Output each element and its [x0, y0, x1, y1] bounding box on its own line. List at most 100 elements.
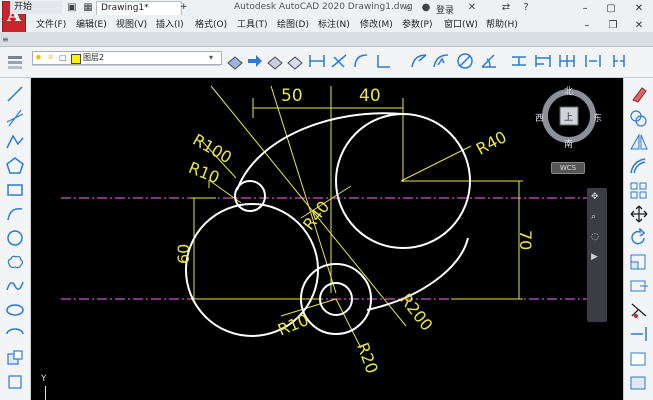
menu-format[interactable]: 格式(O) — [195, 18, 227, 32]
leader-lines — [191, 85, 523, 349]
tab-drawing1[interactable]: Drawing1* — [96, 1, 182, 15]
menu-help[interactable]: 帮助(H) — [486, 18, 518, 32]
insert-block-icon[interactable] — [5, 348, 25, 368]
zoom-icon[interactable]: ⌕ — [591, 212, 603, 224]
showmotion-icon[interactable]: ▶ — [591, 252, 603, 264]
layer-properties-icon[interactable] — [226, 51, 244, 71]
menu-parameters[interactable]: 参数(P) — [402, 18, 432, 32]
viewcube-north[interactable]: 北 — [564, 84, 573, 97]
viewcube[interactable]: 北 南 西 东 上 — [535, 84, 602, 150]
dim-50: 50 — [281, 86, 303, 106]
dim-linear-icon[interactable] — [308, 51, 326, 71]
drawing-canvas[interactable]: 50 40 R100 R10 R40 R40 60 70 R10 R200 R2… — [31, 78, 623, 400]
dim-diameter-icon[interactable] — [456, 51, 474, 71]
viewcube-south[interactable]: 南 — [564, 137, 573, 150]
toolbar-divider — [32, 65, 220, 74]
dim-angular-icon[interactable] — [480, 51, 498, 71]
polyline-icon[interactable] — [5, 132, 25, 152]
menu-window[interactable]: 窗口(W) — [444, 18, 478, 32]
pan-icon[interactable]: ✥ — [591, 192, 603, 204]
make-block-icon[interactable] — [5, 372, 25, 392]
extend-icon[interactable] — [628, 324, 650, 344]
save-as-icon[interactable]: ▦ — [82, 2, 94, 14]
dim-space-icon[interactable] — [584, 51, 602, 71]
navigation-bar: ✥ ⌕ ◌ ▶ — [587, 188, 607, 322]
user-icon[interactable]: ● — [420, 2, 432, 14]
window-title: Autodesk AutoCAD 2020 Drawing1.dwg — [234, 2, 413, 12]
doc-close-button[interactable]: ✕ — [632, 19, 646, 32]
chevron-down-icon: ▾ — [209, 53, 214, 62]
sun-icon: ☼ — [47, 53, 55, 62]
menu-view[interactable]: 视图(V) — [116, 18, 147, 32]
array-icon[interactable] — [628, 180, 650, 200]
help-icon[interactable]: ? — [520, 2, 532, 14]
quick-dim-icon[interactable] — [510, 51, 528, 71]
lock-icon: ▢ — [59, 53, 67, 62]
viewcube-east[interactable]: 东 — [593, 111, 602, 124]
dim-baseline-icon[interactable] — [534, 51, 552, 71]
maximize-button[interactable]: ▢ — [604, 2, 618, 15]
arc-icon[interactable] — [5, 204, 25, 224]
save-icon[interactable]: ▣ — [66, 2, 78, 14]
dim-jogged-icon[interactable] — [432, 51, 450, 71]
circle-icon[interactable] — [5, 228, 25, 248]
rotate-icon[interactable] — [628, 227, 650, 248]
dim-40: 40 — [359, 86, 381, 106]
menu-modify[interactable]: 修改(M) — [360, 18, 393, 32]
join-icon[interactable] — [628, 372, 650, 392]
layer-states-icon[interactable] — [266, 51, 284, 71]
layer-isolate-icon[interactable] — [286, 51, 304, 71]
viewcube-west[interactable]: 西 — [535, 111, 544, 124]
doc-minimize-button[interactable]: – — [580, 19, 594, 32]
wcs-menu[interactable]: WCS — [551, 162, 585, 174]
layer-previous-icon[interactable] — [246, 51, 264, 71]
dim-ordinate-icon[interactable] — [374, 51, 392, 71]
ellipse-icon[interactable] — [5, 300, 25, 320]
ellipse-arc-icon[interactable] — [5, 324, 25, 344]
layer-manager-icon[interactable] — [6, 52, 24, 72]
menu-edit[interactable]: 编辑(E) — [76, 18, 107, 32]
doc-restore-button[interactable]: ❐ — [606, 19, 620, 32]
dim-70: 70 — [516, 230, 535, 251]
menu-dimension[interactable]: 标注(N) — [318, 18, 350, 32]
draw-toolbar — [0, 78, 31, 400]
copy-icon[interactable] — [628, 108, 650, 128]
add-tab-button[interactable]: + — [176, 1, 194, 14]
app-store-icon[interactable]: ✕ — [466, 2, 478, 14]
move-icon[interactable] — [628, 204, 650, 224]
rectangle-icon[interactable] — [5, 180, 25, 200]
search-icon[interactable]: ⌕ — [402, 2, 414, 14]
ucs-y-label: Y — [41, 374, 47, 384]
orbit-icon[interactable]: ◌ — [591, 232, 603, 244]
line-icon[interactable] — [5, 84, 25, 104]
layer-dropdown[interactable]: ✹ ☼ ▢ 图层2 ▾ — [32, 51, 222, 65]
close-button[interactable]: ✕ — [632, 2, 646, 15]
exchange-icon[interactable]: ⇄ — [500, 2, 512, 14]
viewcube-top-face[interactable]: 上 — [564, 110, 573, 123]
menu-file[interactable]: 文件(F) — [36, 18, 66, 32]
mirror-icon[interactable] — [628, 132, 650, 152]
tab-start[interactable]: 开始 — [10, 1, 62, 14]
dim-aligned-icon[interactable] — [330, 51, 348, 71]
dim-arc-icon[interactable] — [352, 51, 370, 71]
login-link[interactable]: 登录 — [436, 3, 454, 16]
dim-continue-icon[interactable] — [558, 51, 576, 71]
menu-tools[interactable]: 工具(T) — [237, 18, 268, 32]
menu-insert[interactable]: 插入(I) — [156, 18, 184, 32]
revision-cloud-icon[interactable] — [5, 252, 25, 272]
dim-radius-icon[interactable] — [410, 51, 428, 71]
stretch-icon[interactable] — [628, 276, 650, 296]
dim-break-icon[interactable] — [610, 51, 628, 71]
scale-icon[interactable] — [628, 252, 650, 272]
spline-icon[interactable] — [5, 276, 25, 296]
polygon-icon[interactable] — [5, 156, 25, 176]
erase-icon[interactable] — [628, 84, 650, 104]
trim-icon[interactable] — [628, 300, 650, 320]
offset-icon[interactable] — [628, 156, 650, 176]
menu-draw[interactable]: 绘图(D) — [277, 18, 309, 32]
minimize-button[interactable]: – — [578, 2, 592, 15]
file-tab-bar — [0, 32, 653, 47]
construction-line-icon[interactable] — [5, 108, 25, 128]
tab-menu-icon[interactable]: ≡ — [2, 35, 9, 44]
break-icon[interactable] — [628, 348, 650, 368]
